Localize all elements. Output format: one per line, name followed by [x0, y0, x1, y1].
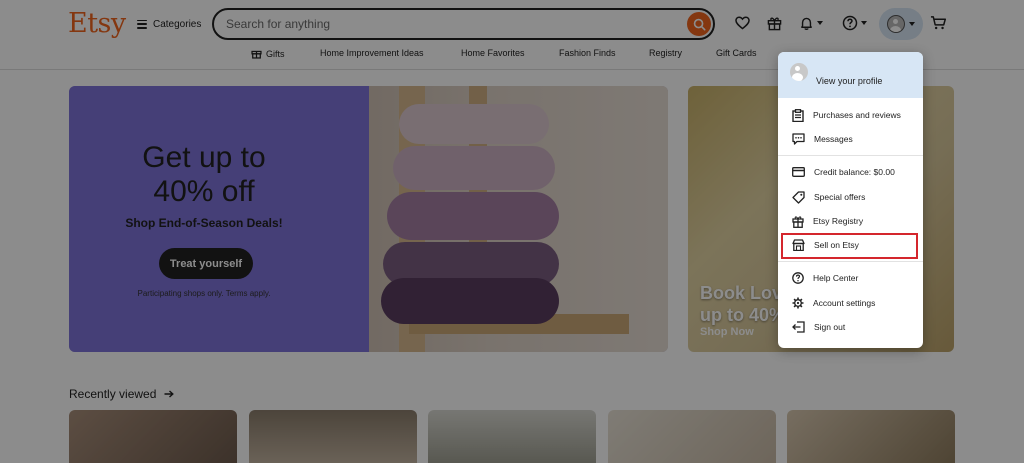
menu-item-credit-balance[interactable]: Credit balance: $0.00 [778, 161, 923, 183]
gift-icon [792, 215, 804, 228]
menu-item-help-center[interactable]: Help Center [778, 267, 923, 289]
menu-divider [778, 155, 923, 156]
menu-item-account-settings[interactable]: Account settings [778, 292, 923, 314]
view-profile-label: View your profile [816, 76, 883, 86]
clipboard-icon [792, 108, 804, 122]
account-dropdown-menu: View your profile Purchases and reviews … [778, 52, 923, 348]
tag-icon [792, 190, 805, 204]
gear-icon [792, 297, 804, 309]
menu-item-sign-out[interactable]: Sign out [778, 316, 923, 338]
avatar [790, 63, 808, 81]
menu-item-messages[interactable]: Messages [778, 128, 923, 150]
menu-divider [778, 261, 923, 262]
sign-out-icon [792, 321, 805, 333]
menu-item-special-offers[interactable]: Special offers [778, 186, 923, 208]
menu-item-purchases[interactable]: Purchases and reviews [778, 104, 923, 126]
sell-on-etsy-highlight [781, 233, 918, 259]
credit-card-icon [792, 167, 805, 177]
help-icon [792, 272, 804, 284]
message-icon [792, 133, 805, 145]
view-profile-link[interactable]: View your profile [778, 52, 923, 98]
menu-item-etsy-registry[interactable]: Etsy Registry [778, 210, 923, 232]
